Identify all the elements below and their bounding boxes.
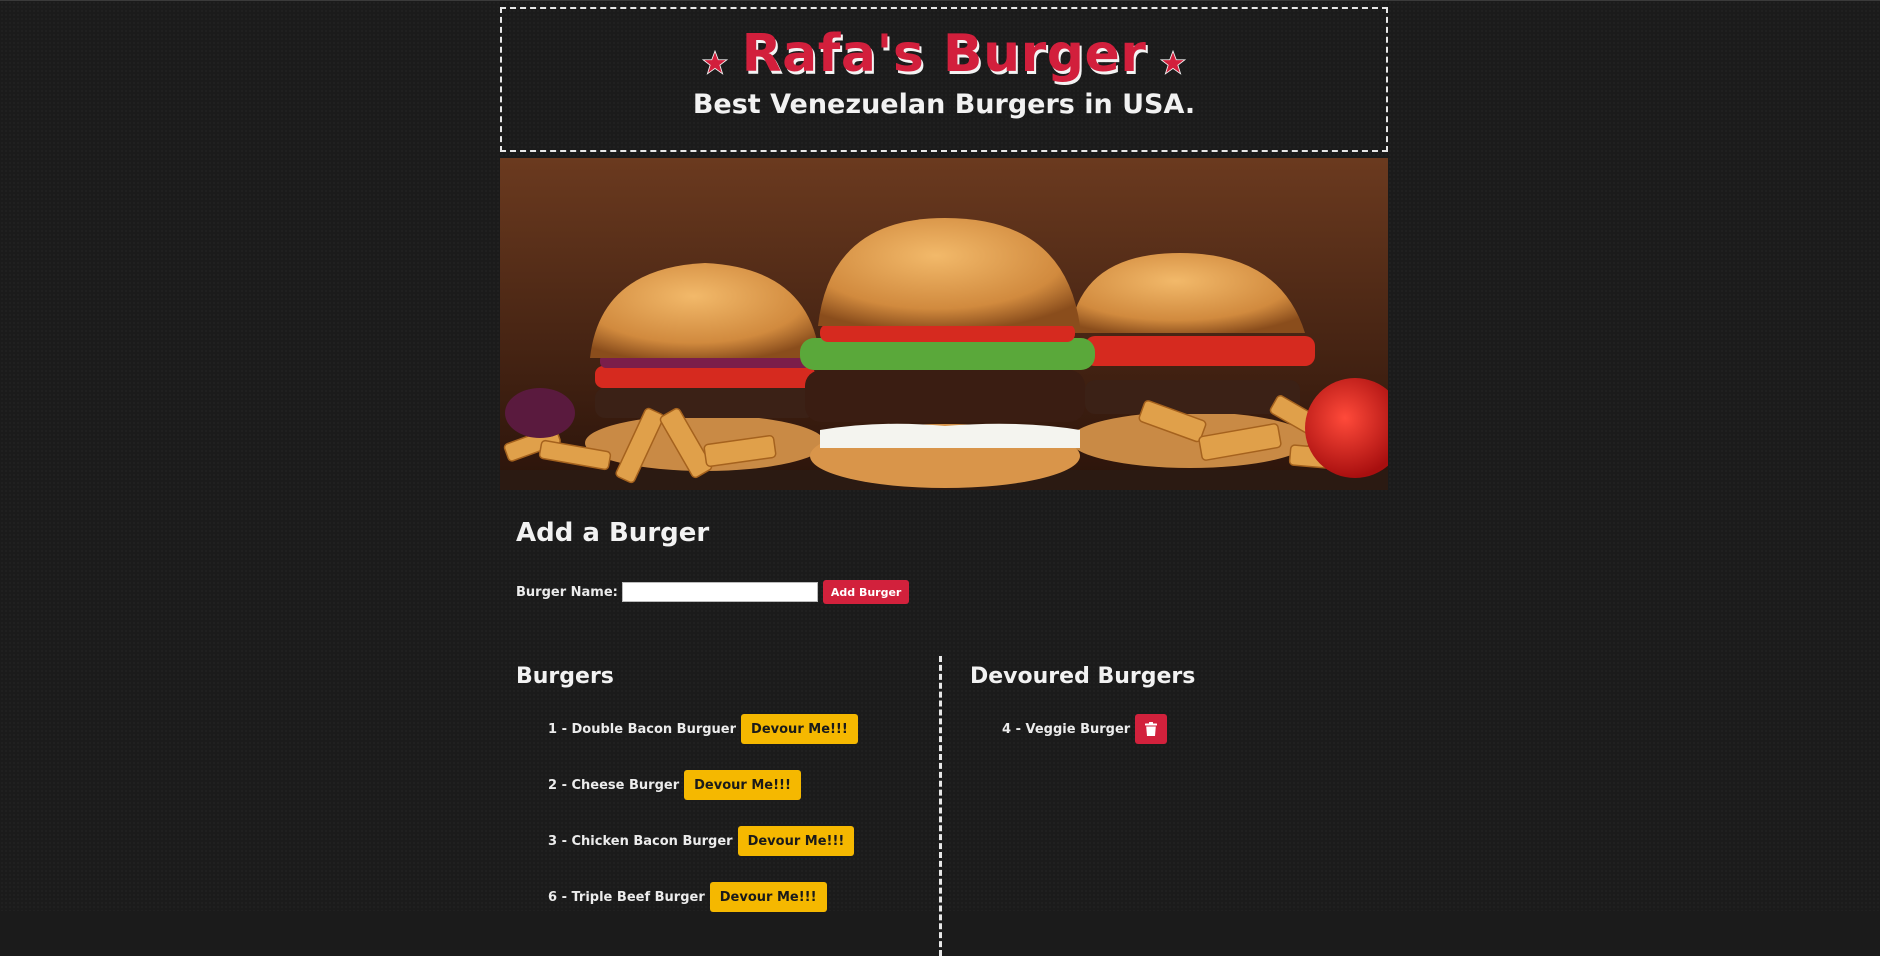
trash-icon (1145, 722, 1158, 736)
list-item: 1 - Double Bacon Burguer Devour Me!!! (548, 714, 939, 744)
brand-row: Rafa's Burger (502, 9, 1386, 81)
burgers-heading: Burgers (516, 664, 614, 689)
devour-button[interactable]: Devour Me!!! (709, 882, 827, 912)
devour-button[interactable]: Devour Me!!! (737, 826, 855, 856)
brand-title: Rafa's Burger (741, 24, 1147, 84)
burger-center (800, 218, 1095, 488)
burger-label: 2 - Cheese Burger (548, 777, 680, 793)
add-burger-form: Burger Name: Add Burger (516, 580, 1372, 604)
burger-label: 6 - Triple Beef Burger (548, 889, 705, 905)
burger-lists: Burgers 1 - Double Bacon Burguer Devour … (500, 656, 1388, 956)
devoured-list: 4 - Veggie Burger (970, 714, 1388, 744)
burger-name-label: Burger Name: (516, 584, 618, 600)
devoured-burger-label: 4 - Veggie Burger (1002, 721, 1131, 737)
list-item: 4 - Veggie Burger (1002, 714, 1388, 744)
star-icon (1160, 50, 1187, 76)
devoured-heading: Devoured Burgers (970, 664, 1196, 689)
devour-button[interactable]: Devour Me!!! (741, 714, 858, 744)
burger-left (585, 263, 825, 471)
header: Rafa's Burger Best Venezuelan Burgers in… (500, 7, 1388, 152)
hero-image (500, 158, 1388, 490)
tagline: Best Venezuelan Burgers in USA. (692, 89, 1196, 120)
star-icon (701, 50, 728, 76)
devoured-column: Devoured Burgers 4 - Veggie Burger (942, 656, 1388, 956)
burger-label: 3 - Chicken Bacon Burger (548, 833, 733, 849)
add-burger-button[interactable]: Add Burger (822, 580, 910, 604)
burgers-list: 1 - Double Bacon Burguer Devour Me!!! 2 … (516, 714, 939, 912)
devour-button[interactable]: Devour Me!!! (684, 770, 801, 800)
list-item: 3 - Chicken Bacon Burger Devour Me!!! (548, 826, 939, 856)
list-item: 6 - Triple Beef Burger Devour Me!!! (548, 882, 939, 912)
delete-button[interactable] (1135, 714, 1168, 744)
add-burger-section: Add a Burger Burger Name: Add Burger (500, 518, 1388, 604)
burger-label: 1 - Double Bacon Burguer (548, 721, 737, 737)
add-burger-heading: Add a Burger (516, 518, 710, 548)
burgers-column: Burgers 1 - Double Bacon Burguer Devour … (500, 656, 942, 956)
burger-name-input[interactable] (621, 582, 818, 602)
page-container: Rafa's Burger Best Venezuelan Burgers in… (500, 7, 1388, 956)
list-item: 2 - Cheese Burger Devour Me!!! (548, 770, 939, 800)
